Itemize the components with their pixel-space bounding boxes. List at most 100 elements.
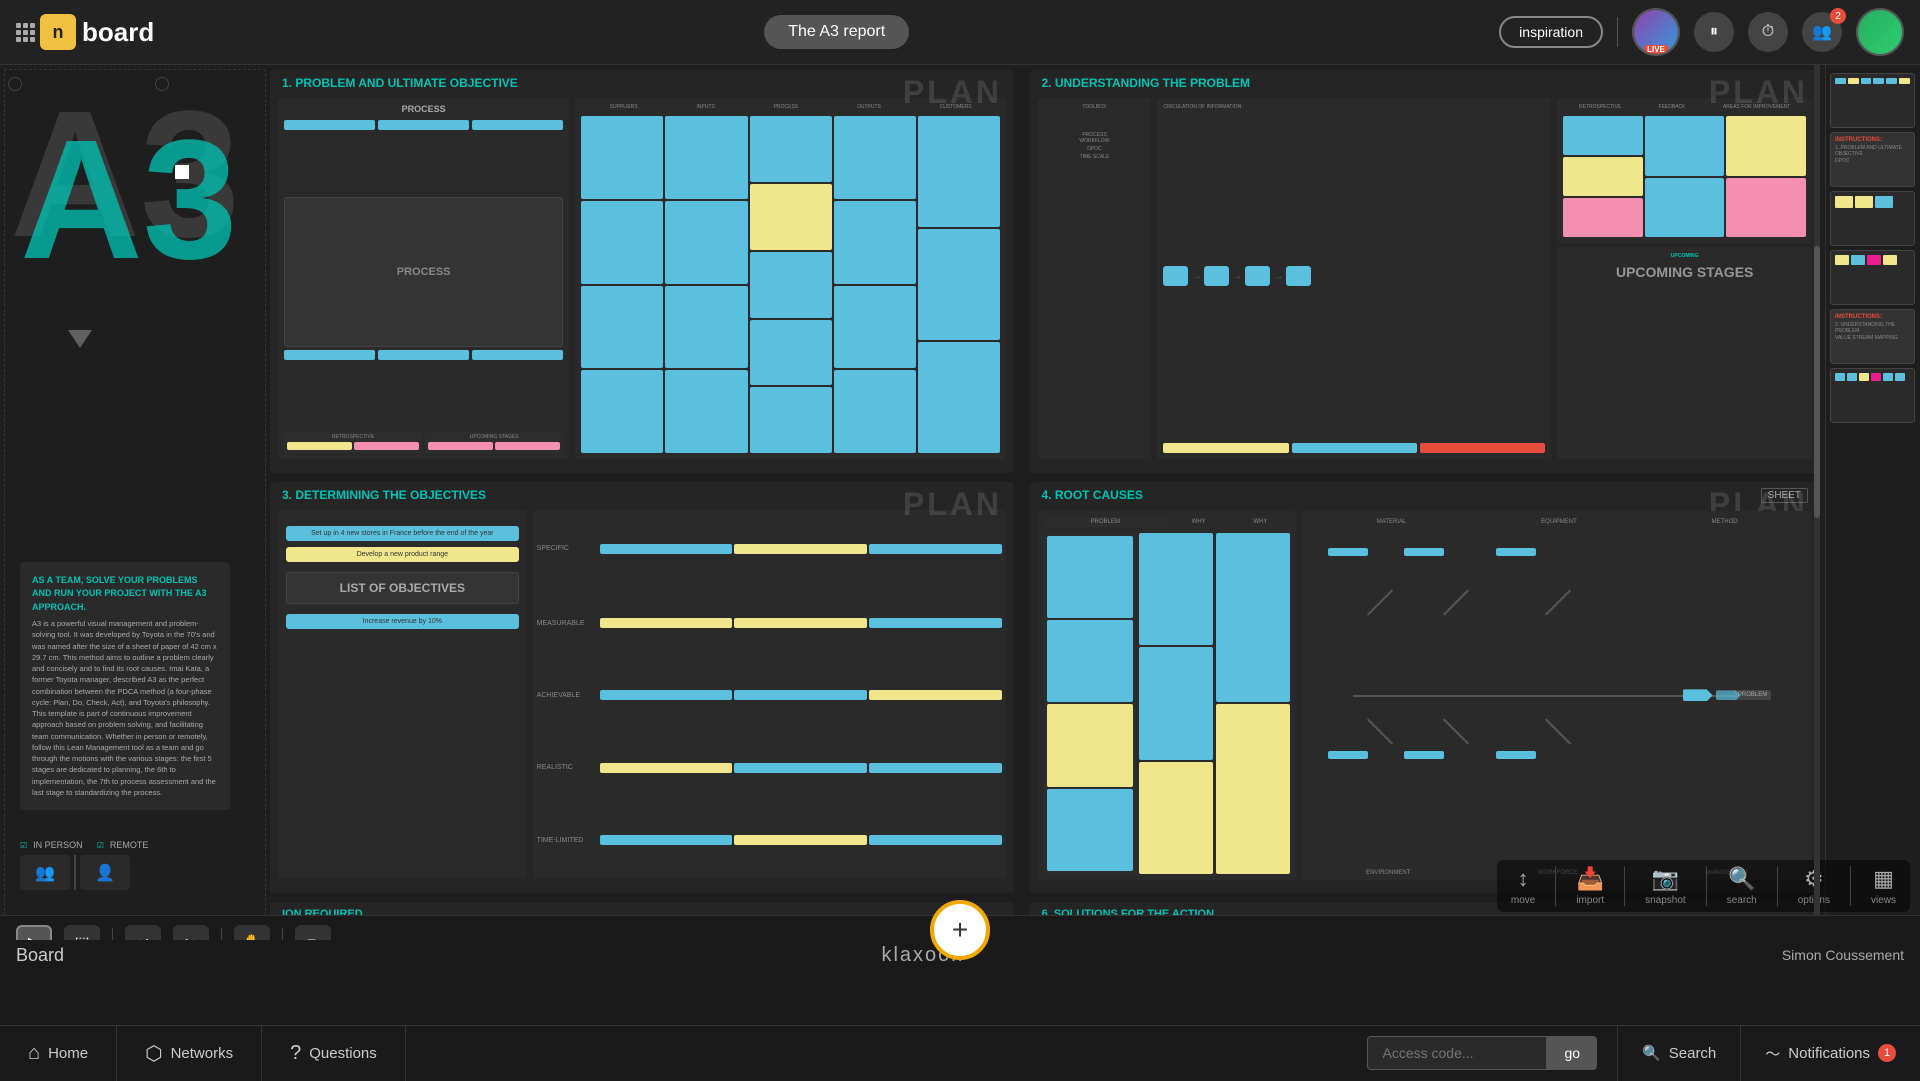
remote-label: REMOTE (110, 840, 149, 850)
mini-thumb-3[interactable] (1830, 191, 1915, 246)
s3-title: 3. DETERMINING THE OBJECTIVES (282, 488, 486, 502)
right-scrollbar[interactable] (1814, 65, 1820, 970)
section-1: 1. PROBLEM AND ULTIMATE OBJECTIVE PLAN P… (270, 70, 1014, 473)
smart-time-limited: TIME-LIMITED (537, 837, 597, 844)
fb-branch-6 (1545, 718, 1571, 744)
nav-questions[interactable]: ? Questions (262, 1026, 406, 1081)
mini-thumb-6[interactable] (1830, 368, 1915, 423)
pause-button[interactable]: ⏸ (1694, 12, 1734, 52)
logo-text: board (82, 17, 154, 48)
s3-obj-card-1: Set up in 4 new stores in France before … (286, 526, 519, 541)
participants-button[interactable]: 👥 2 (1802, 12, 1842, 52)
left-box-heading: AS A TEAM, SOLVE YOUR PROBLEMS AND RUN Y… (32, 574, 218, 615)
bottom-nav: ⌂ Home ⬡ Networks ? Questions go 🔍 Searc… (0, 1025, 1920, 1080)
s2-plan: PLAN (1709, 74, 1808, 111)
s3-list-title: LIST OF OBJECTIVES (286, 572, 519, 604)
nav-networks[interactable]: ⬡ Networks (117, 1026, 262, 1081)
move-icon: ↕ (1518, 866, 1529, 892)
s2-header: 2. UNDERSTANDING THE PROBLEM PLAN (1030, 70, 1821, 94)
search-tool[interactable]: 🔍 search (1727, 866, 1757, 906)
left-panel: A3 A3 report AS A TEAM, SOLVE YOUR PROBL… (0, 65, 270, 970)
tool-sep-2 (1624, 866, 1625, 906)
sipoc-process (750, 116, 832, 453)
s3-content: Set up in 4 new stores in France before … (270, 506, 1014, 888)
snapshot-tool[interactable]: 📷 snapshot (1645, 866, 1686, 906)
s3-smart-table: SPECIFIC MEASURABLE (533, 510, 1006, 880)
s1-sipoc-diagram: SUPPLIERS INPUTS PROCESS OUTPUTS CUSTOME… (575, 98, 1006, 459)
nav-networks-label: Networks (171, 1045, 234, 1062)
snapshot-icon: 📷 (1652, 866, 1679, 892)
move-label: move (1511, 895, 1535, 906)
inspiration-button[interactable]: inspiration (1499, 16, 1603, 48)
in-person-label: IN PERSON (33, 840, 83, 850)
s4-fishbone: MATERIAL EQUIPMENT METHOD PROBLEM (1302, 511, 1812, 881)
s4-title: 4. ROOT CAUSES (1042, 488, 1143, 502)
smart-measurable: MEASURABLE (537, 620, 597, 627)
s2-vsm: CIRCULATION OF INFORMATION → → → (1157, 98, 1551, 459)
profile-button[interactable] (1856, 8, 1904, 56)
sipoc-outputs (834, 116, 916, 453)
search-canvas-icon: 🔍 (1728, 866, 1755, 892)
access-code-go-button[interactable]: go (1547, 1036, 1597, 1070)
s1-process-diagram: PROCESS PROCESS (278, 98, 569, 459)
ishi-card-6 (1496, 751, 1536, 759)
snapshot-label: snapshot (1645, 895, 1686, 906)
move-tool[interactable]: ↕ move (1511, 866, 1535, 906)
header-center: The A3 report (174, 15, 1499, 49)
logo-grid-icon (16, 23, 34, 42)
live-button[interactable]: LIVE (1632, 8, 1680, 56)
s1-title: 1. PROBLEM AND ULTIMATE OBJECTIVE (282, 76, 518, 90)
section-2: 2. UNDERSTANDING THE PROBLEM PLAN TOOLBO… (1030, 70, 1821, 473)
search-icon: 🔍 (1642, 1044, 1661, 1062)
deco-dot (175, 165, 189, 179)
canvas: A3 A3 report AS A TEAM, SOLVE YOUR PROBL… (0, 65, 1920, 970)
header-right: inspiration LIVE ⏸ ⏱ 👥 2 (1499, 8, 1904, 56)
ishi-card-4 (1328, 751, 1368, 759)
add-button[interactable]: + (930, 900, 990, 960)
s2-toolbox: TOOLBOX PROCESSWORKFLOW DPOC TIME SCALE (1038, 98, 1152, 459)
tool-sep-4 (1777, 866, 1778, 906)
smart-realistic: REALISTIC (537, 764, 597, 771)
tool-sep-1 (1555, 866, 1556, 906)
nav-notifications[interactable]: 〜 Notifications 1 (1740, 1026, 1920, 1081)
views-tool[interactable]: ▦ views (1871, 866, 1896, 906)
nav-home[interactable]: ⌂ Home (0, 1026, 117, 1081)
mini-thumb-1[interactable] (1830, 73, 1915, 128)
mini-thumb-5[interactable]: INSTRUCTIONS: 2. UNDERSTANDING THE PROBL… (1830, 309, 1915, 364)
main-content-area: 1. PROBLEM AND ULTIMATE OBJECTIVE PLAN P… (270, 70, 1820, 910)
fishbone-arrows (1683, 689, 1741, 701)
notifications-label: Notifications (1788, 1045, 1870, 1062)
access-code-input[interactable] (1367, 1036, 1547, 1070)
left-box-body: A3 is a powerful visual management and p… (32, 618, 218, 798)
fb-branch-2 (1443, 589, 1469, 615)
s2-title: 2. UNDERSTANDING THE PROBLEM (1042, 76, 1250, 90)
section-4: 4. ROOT CAUSES SHEET PLAN PROBLEM WHY WH… (1030, 482, 1821, 894)
ishi-card-2 (1404, 548, 1444, 556)
report-title-button[interactable]: The A3 report (764, 15, 909, 49)
live-tag: LIVE (1644, 45, 1668, 54)
networks-icon: ⬡ (145, 1041, 162, 1066)
import-tool[interactable]: 📥 import (1576, 866, 1604, 906)
s2-retrospective: RETROSPECTIVE FEEDBACK AREAS FOR IMPROVE… (1557, 98, 1812, 243)
notifications-badge: 1 (1878, 1044, 1896, 1062)
app-header: n board The A3 report inspiration LIVE ⏸… (0, 0, 1920, 65)
a3-teal-text: A3 (20, 115, 237, 285)
s2-right: RETROSPECTIVE FEEDBACK AREAS FOR IMPROVE… (1557, 98, 1812, 459)
tool-sep-3 (1706, 866, 1707, 906)
search-canvas-label: search (1727, 895, 1757, 906)
mini-thumb-2[interactable]: INSTRUCTIONS: 1. PROBLEM AND ULTIMATE OB… (1830, 132, 1915, 187)
s1-process-label: PROCESS (284, 104, 563, 114)
timer-button[interactable]: ⏱ (1748, 12, 1788, 52)
s3-obj-card-3: Increase revenue by 10% (286, 614, 519, 629)
import-label: import (1576, 895, 1604, 906)
nav-search[interactable]: 🔍 Search (1617, 1026, 1740, 1081)
user-label: Simon Coussement (1782, 947, 1904, 963)
right-mini-panel: INSTRUCTIONS: 1. PROBLEM AND ULTIMATE OB… (1825, 65, 1920, 970)
fb-branch-4 (1367, 718, 1393, 744)
views-label: views (1871, 895, 1896, 906)
scrollbar-thumb[interactable] (1814, 246, 1820, 518)
people-icons: 👥 👤 (20, 855, 130, 890)
mini-thumb-4[interactable] (1830, 250, 1915, 305)
ishi-card-5 (1404, 751, 1444, 759)
s4-why-panel: PROBLEM WHY WHY (1038, 511, 1297, 881)
